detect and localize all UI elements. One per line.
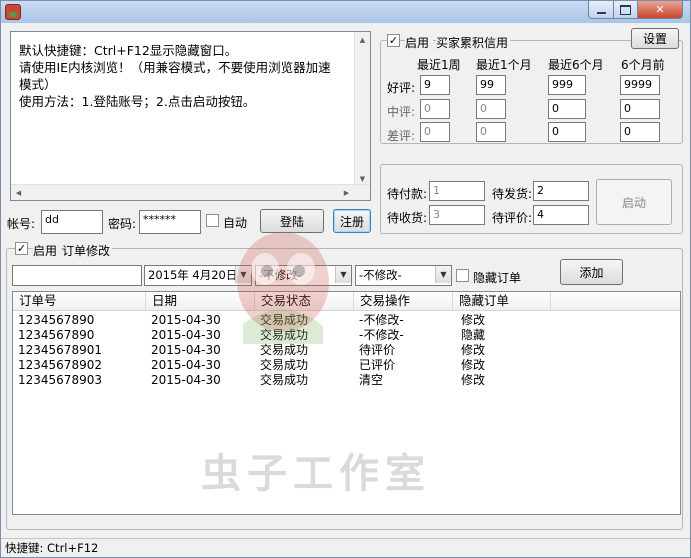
pending-receive-input[interactable]: 3: [429, 205, 485, 225]
info-horizontal-scrollbar[interactable]: ◀ ▶: [11, 184, 370, 200]
cell-trade-operation: 待评价: [359, 343, 396, 357]
cell-hide-order: 隐藏: [461, 328, 486, 342]
cell-trade-status: 交易成功: [260, 373, 309, 387]
pending-pay-input[interactable]: 1: [429, 181, 485, 201]
table-row[interactable]: 12345678902 2015-04-30 交易成功 已评价 修改: [13, 358, 680, 373]
good-review-month[interactable]: 99: [476, 75, 506, 95]
order-group-title: 订单修改: [62, 242, 113, 259]
cell-date: 2015-04-30: [151, 373, 221, 387]
bad-review-week[interactable]: 0: [420, 122, 450, 142]
cell-order-number: 1234567890: [18, 328, 95, 342]
cell-hide-order: 修改: [461, 358, 486, 372]
pending-receive-label: 待收货:: [387, 211, 428, 225]
settings-button[interactable]: 设置: [631, 28, 679, 49]
bad-review-month[interactable]: 0: [476, 122, 506, 142]
scroll-left-icon[interactable]: ◀: [11, 185, 26, 200]
auto-login-checkbox[interactable]: [206, 214, 219, 227]
add-order-button[interactable]: 添加: [560, 259, 623, 285]
cell-order-number: 12345678901: [18, 343, 102, 357]
neutral-review-6month[interactable]: 0: [548, 99, 586, 119]
order-enable-label: 启用: [33, 242, 62, 259]
cell-hide-order: 修改: [461, 343, 486, 357]
password-input[interactable]: ******: [139, 210, 201, 234]
order-number-input[interactable]: [12, 265, 142, 286]
pending-ship-label: 待发货:: [492, 187, 533, 201]
cell-trade-operation: 已评价: [359, 358, 396, 372]
cell-hide-order: 修改: [461, 373, 486, 387]
cell-date: 2015-04-30: [151, 343, 221, 357]
studio-watermark: 虫子工作室: [201, 451, 431, 497]
minimize-button[interactable]: [588, 1, 614, 19]
mascot-logo-icon: [237, 232, 329, 344]
cell-trade-operation: 清空: [359, 373, 384, 387]
account-label: 帐号:: [7, 217, 36, 231]
pending-ship-input[interactable]: 2: [533, 181, 589, 201]
table-row[interactable]: 12345678901 2015-04-30 交易成功 待评价 修改: [13, 343, 680, 358]
credit-enable-checkbox[interactable]: ✓: [387, 34, 400, 47]
table-row[interactable]: 1234567890 2015-04-30 交易成功 -不修改- 修改: [13, 313, 680, 328]
order-list-header: 订单号 日期 交易状态 交易操作 隐藏订单: [13, 292, 680, 311]
operation-dropdown-icon[interactable]: ▼: [435, 266, 451, 283]
info-line-usage: 使用方法：1.登陆账号；2.点击启动按钮。: [19, 94, 256, 109]
status-bar-text: 快捷键: Ctrl+F12: [5, 541, 99, 555]
maximize-button[interactable]: [613, 1, 638, 19]
credit-col-before6: 6个月前: [621, 58, 665, 72]
table-row[interactable]: 12345678903 2015-04-30 交易成功 清空 修改: [13, 373, 680, 388]
neutral-review-label: 中评:: [387, 105, 416, 119]
cell-order-number: 1234567890: [18, 313, 95, 327]
col-trade-operation[interactable]: 交易操作: [354, 292, 453, 311]
hide-order-label: 隐藏订单: [473, 271, 522, 285]
password-label: 密码:: [108, 217, 137, 231]
start-button[interactable]: 启动: [596, 179, 672, 225]
bad-review-6month[interactable]: 0: [548, 122, 586, 142]
account-input[interactable]: dd: [41, 210, 103, 234]
good-review-label: 好评:: [387, 81, 416, 95]
info-line-shortcut: 默认快捷键：Ctrl+F12显示隐藏窗口。: [19, 43, 238, 58]
neutral-review-week[interactable]: 0: [420, 99, 450, 119]
app-icon: [5, 4, 21, 20]
credit-col-6month: 最近6个月: [548, 58, 604, 72]
bad-review-before6[interactable]: 0: [620, 122, 660, 142]
pending-pay-label: 待付款:: [387, 187, 428, 201]
cell-date: 2015-04-30: [151, 358, 221, 372]
close-button[interactable]: ✕: [637, 1, 683, 19]
cell-order-number: 12345678902: [18, 358, 102, 372]
operation-select-value: -不修改-: [359, 268, 402, 282]
main-window: ✕ 默认快捷键：Ctrl+F12显示隐藏窗口。 请使用IE内核浏览！（用兼容模式…: [0, 0, 691, 558]
cell-date: 2015-04-30: [151, 313, 221, 327]
credit-enable-label: 启用: [405, 34, 434, 51]
col-order-number[interactable]: 订单号: [13, 292, 146, 311]
good-review-week[interactable]: 9: [420, 75, 450, 95]
neutral-review-month[interactable]: 0: [476, 99, 506, 119]
cell-trade-status: 交易成功: [260, 343, 309, 357]
pending-review-label: 待评价:: [492, 211, 533, 225]
credit-col-month: 最近1个月: [476, 58, 532, 72]
title-bar[interactable]: ✕: [1, 1, 690, 23]
col-hide-order[interactable]: 隐藏订单: [453, 292, 551, 311]
status-bar: 快捷键: Ctrl+F12: [1, 538, 690, 557]
info-text-area[interactable]: 默认快捷键：Ctrl+F12显示隐藏窗口。 请使用IE内核浏览！（用兼容模式，不…: [10, 31, 371, 201]
good-review-before6[interactable]: 9999: [620, 75, 660, 95]
good-review-6month[interactable]: 999: [548, 75, 586, 95]
pending-review-input[interactable]: 4: [533, 205, 589, 225]
cell-trade-operation: -不修改-: [359, 313, 404, 327]
bad-review-label: 差评:: [387, 129, 416, 143]
cell-trade-operation: -不修改-: [359, 328, 404, 342]
operation-select[interactable]: -不修改- ▼: [355, 265, 452, 286]
cell-trade-status: 交易成功: [260, 358, 309, 372]
cell-date: 2015-04-30: [151, 328, 221, 342]
order-enable-checkbox[interactable]: ✓: [15, 242, 28, 255]
table-row[interactable]: 1234567890 2015-04-30 交易成功 -不修改- 隐藏: [13, 328, 680, 343]
info-line-browser: 请使用IE内核浏览！（用兼容模式，不要使用浏览器加速模式）: [19, 60, 331, 92]
cell-order-number: 12345678903: [18, 373, 102, 387]
credit-group-title: 买家累积信用: [436, 34, 511, 51]
info-text: 默认快捷键：Ctrl+F12显示隐藏窗口。 请使用IE内核浏览！（用兼容模式，不…: [19, 42, 359, 110]
credit-col-week: 最近1周: [417, 58, 461, 72]
scroll-right-icon[interactable]: ▶: [339, 185, 354, 200]
scroll-up-icon[interactable]: ▲: [355, 32, 370, 47]
neutral-review-before6[interactable]: 0: [620, 99, 660, 119]
cell-hide-order: 修改: [461, 313, 486, 327]
info-vertical-scrollbar[interactable]: ▲ ▼: [354, 32, 370, 186]
hide-order-checkbox[interactable]: [456, 269, 469, 282]
